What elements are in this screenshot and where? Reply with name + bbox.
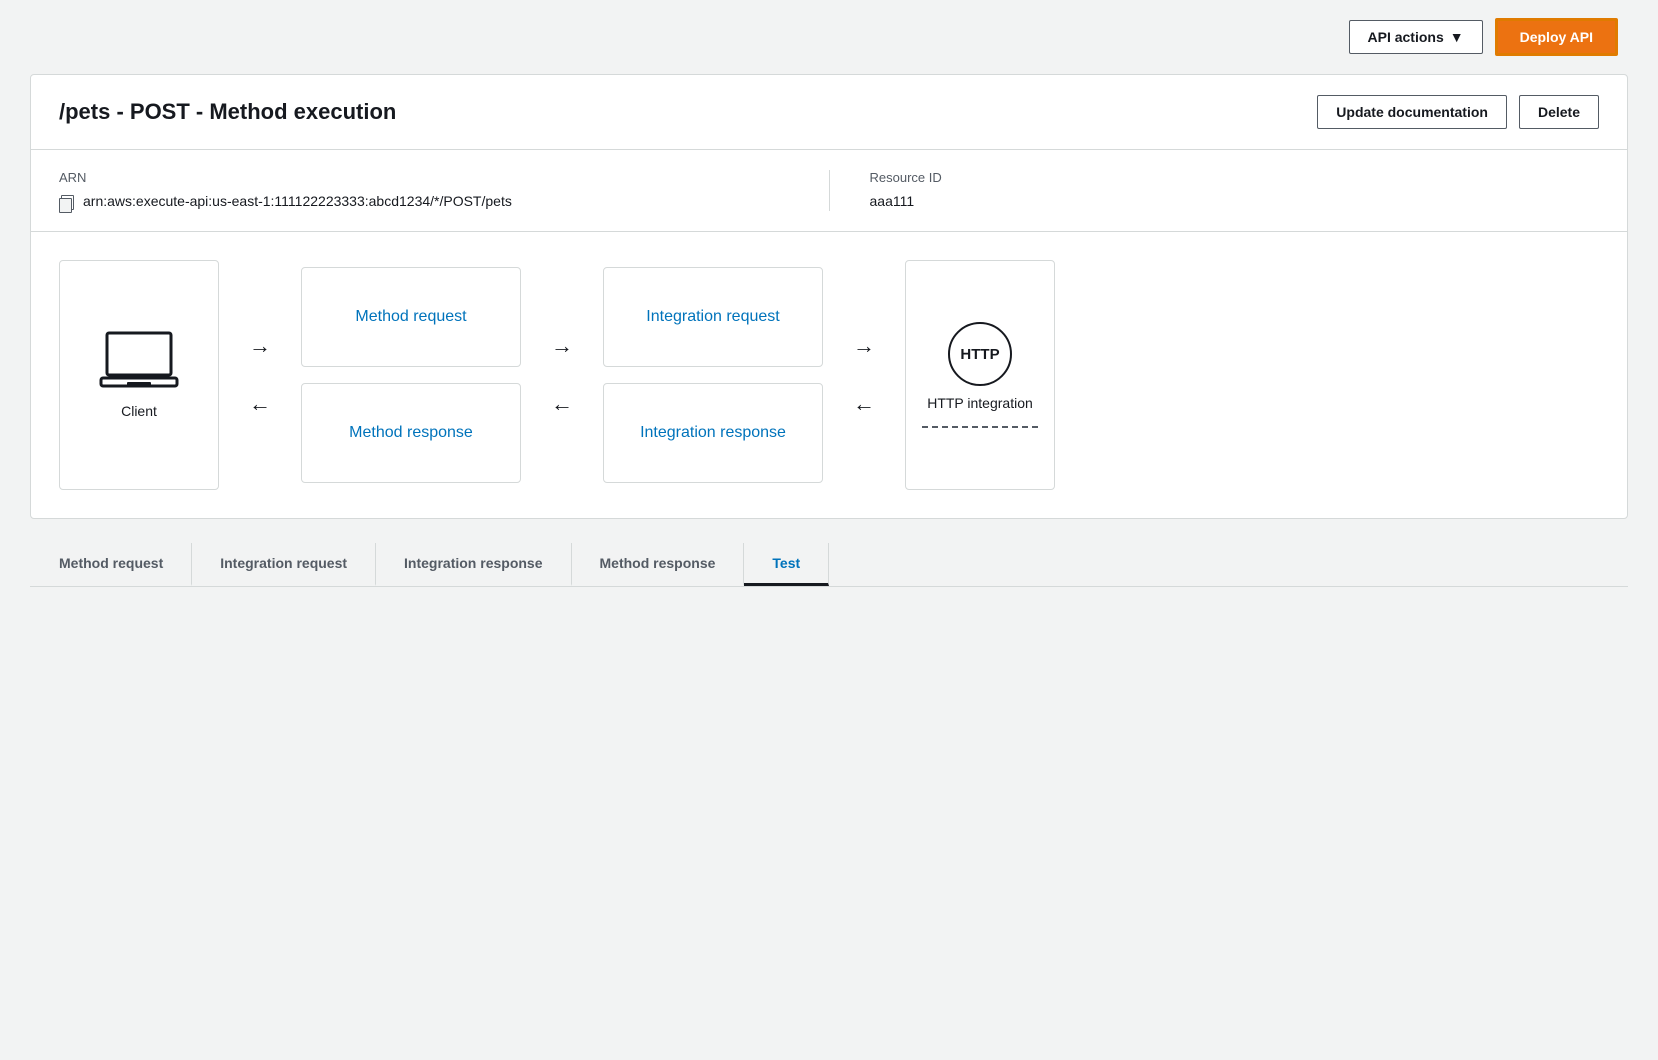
arrow-right-1: → ← xyxy=(219,333,301,417)
method-response-box[interactable]: Method response xyxy=(301,383,521,483)
resource-id-value: aaa111 xyxy=(870,193,1600,209)
left-arrow-bottom: ← xyxy=(231,391,289,417)
deploy-api-label: Deploy API xyxy=(1520,29,1593,45)
copy-icon[interactable] xyxy=(59,195,75,211)
diagram-section: Client → ← Method request Method respons… xyxy=(31,232,1627,518)
tabs-section: Method requestIntegration requestIntegra… xyxy=(30,543,1628,587)
deploy-api-button[interactable]: Deploy API xyxy=(1495,18,1618,56)
laptop-icon xyxy=(99,331,179,391)
integration-request-box[interactable]: Integration request xyxy=(603,267,823,367)
right-arrow-top: → xyxy=(231,333,289,359)
arn-section: ARN arn:aws:execute-api:us-east-1:111122… xyxy=(31,150,1627,232)
update-documentation-button[interactable]: Update documentation xyxy=(1317,95,1507,129)
integration-response-box[interactable]: Integration response xyxy=(603,383,823,483)
http-integration-text: HTTP integration xyxy=(927,395,1033,411)
arn-text: arn:aws:execute-api:us-east-1:1111222233… xyxy=(83,193,512,209)
top-bar: API actions ▼ Deploy API xyxy=(0,0,1658,74)
http-label: HTTP xyxy=(960,346,999,363)
integration-request-link[interactable]: Integration request xyxy=(646,308,779,326)
right-arrow-middle: → xyxy=(533,333,591,359)
http-dashed-line xyxy=(922,426,1038,428)
tab-integration-response[interactable]: Integration response xyxy=(376,543,571,586)
right-arrow-http: → xyxy=(835,333,893,359)
resource-id-label: Resource ID xyxy=(870,170,1600,185)
client-box: Client xyxy=(59,260,219,490)
http-integration-label: HTTP integration xyxy=(927,394,1033,414)
delete-button[interactable]: Delete xyxy=(1519,95,1599,129)
method-request-box[interactable]: Method request xyxy=(301,267,521,367)
integration-response-link[interactable]: Integration response xyxy=(640,424,786,442)
diagram-container: Client → ← Method request Method respons… xyxy=(59,260,1599,490)
main-card: /pets - POST - Method execution Update d… xyxy=(30,74,1628,519)
http-integration-box: HTTP HTTP integration xyxy=(905,260,1055,490)
arn-block: ARN arn:aws:execute-api:us-east-1:111122… xyxy=(59,170,830,211)
arn-label: ARN xyxy=(59,170,789,185)
left-arrow-middle: ← xyxy=(533,391,591,417)
arrow-middle: → ← xyxy=(521,333,603,417)
client-label: Client xyxy=(121,403,157,419)
header-actions: Update documentation Delete xyxy=(1317,95,1599,129)
tab-method-request[interactable]: Method request xyxy=(30,543,192,586)
right-flow-column: Integration request Integration response xyxy=(603,267,823,483)
arrow-right-http: → ← xyxy=(823,333,905,417)
left-arrow-http: ← xyxy=(835,391,893,417)
api-actions-button[interactable]: API actions ▼ xyxy=(1349,20,1483,54)
page-title: /pets - POST - Method execution xyxy=(59,99,396,125)
tabs-list: Method requestIntegration requestIntegra… xyxy=(30,543,1628,586)
tab-test[interactable]: Test xyxy=(744,543,829,586)
method-response-link[interactable]: Method response xyxy=(349,424,473,442)
tab-method-response[interactable]: Method response xyxy=(572,543,745,586)
arn-value-container: arn:aws:execute-api:us-east-1:1111222233… xyxy=(59,193,789,211)
api-actions-label: API actions xyxy=(1368,29,1444,45)
resource-block: Resource ID aaa111 xyxy=(830,170,1600,211)
tab-integration-request[interactable]: Integration request xyxy=(192,543,376,586)
left-flow-column: Method request Method response xyxy=(301,267,521,483)
http-circle: HTTP xyxy=(948,322,1012,386)
card-header: /pets - POST - Method execution Update d… xyxy=(31,75,1627,150)
dropdown-icon: ▼ xyxy=(1450,29,1464,45)
method-request-link[interactable]: Method request xyxy=(355,308,466,326)
